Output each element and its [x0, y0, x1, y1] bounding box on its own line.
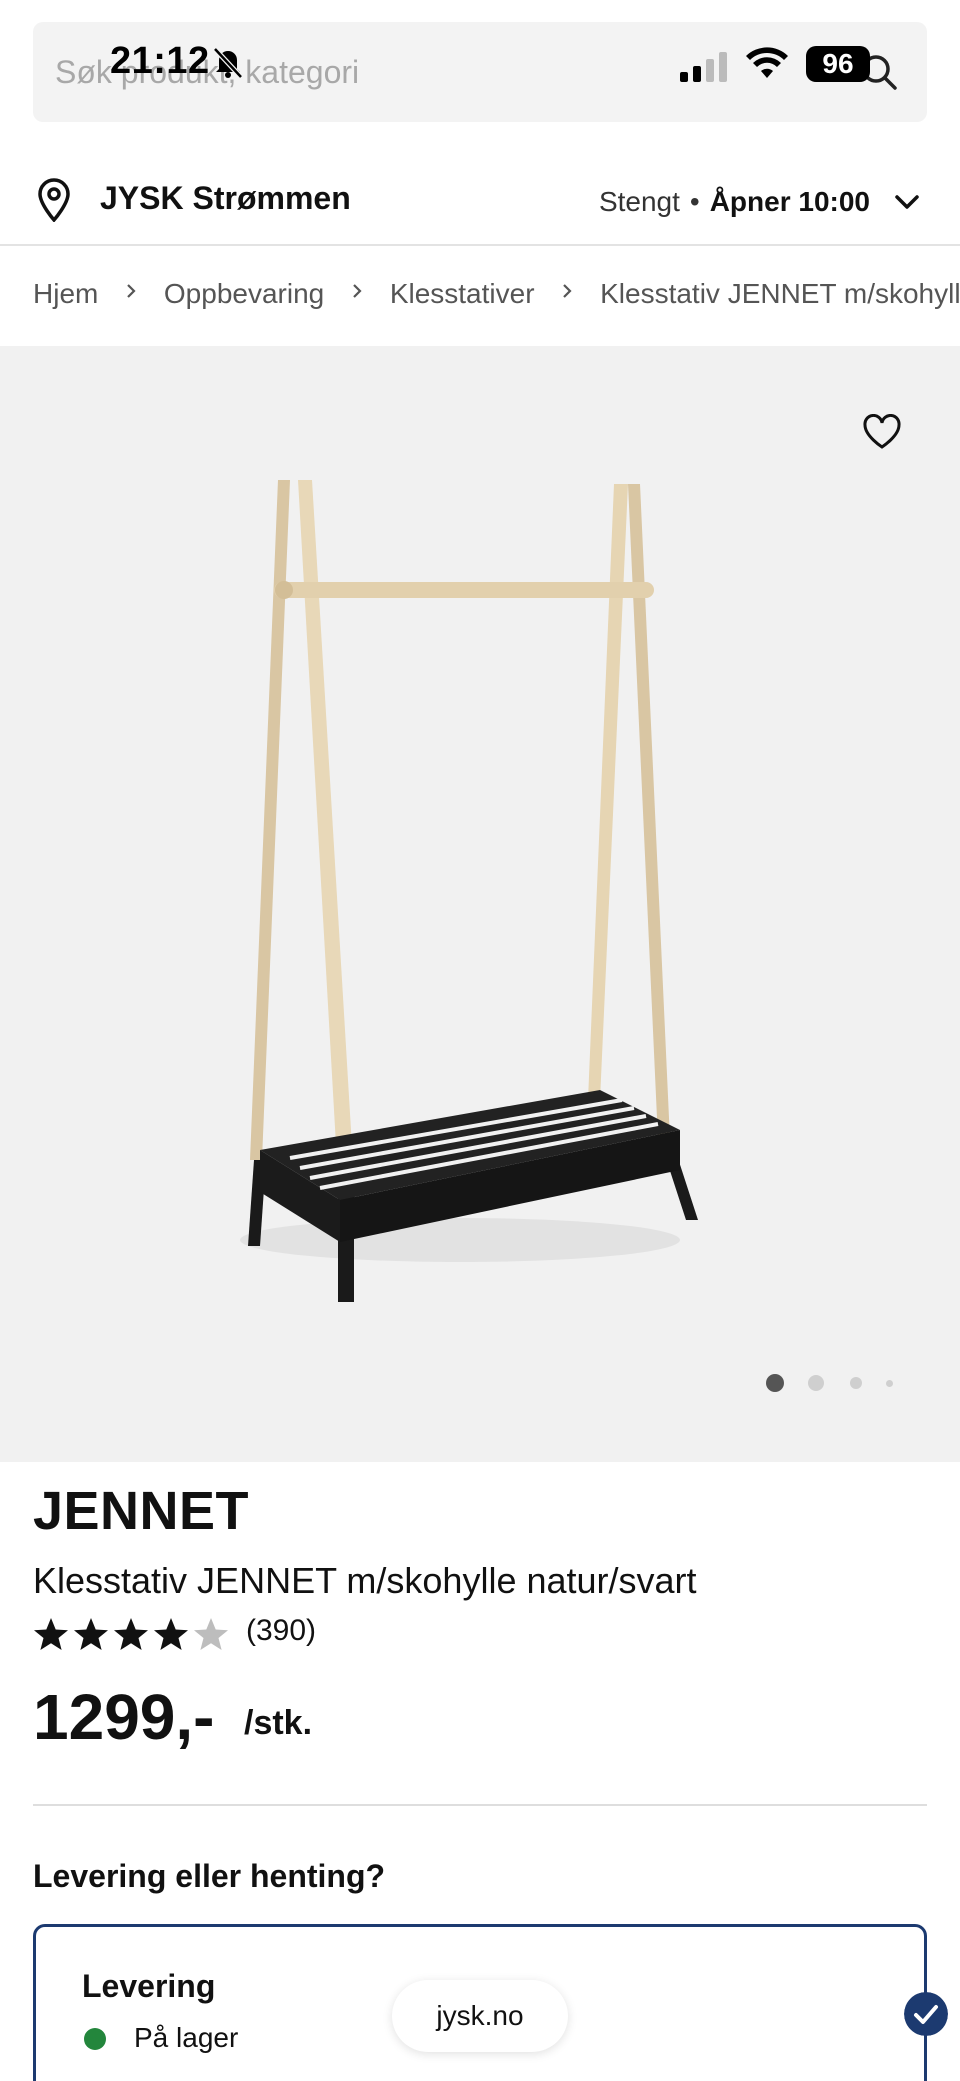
store-selector[interactable]: JYSK Strømmen Stengt • Åpner 10:00 [0, 160, 960, 246]
store-opening-status: Stengt • Åpner 10:00 [599, 186, 870, 218]
battery-indicator: 96 [806, 46, 870, 82]
location-pin-icon [38, 178, 70, 222]
breadcrumb-item-current: Klesstativ JENNET m/skohylle natur/svart [600, 277, 960, 309]
breadcrumb-item-home[interactable]: Hjem [33, 278, 98, 310]
stock-status: På lager [134, 2022, 239, 2053]
product-image-clothes-rack [240, 480, 698, 1302]
silent-bell-icon [213, 47, 243, 79]
wifi-icon [746, 47, 788, 78]
browser-url-pill[interactable]: jysk.no [392, 1980, 568, 2052]
checkmark-icon [904, 1992, 948, 2036]
gallery-dot[interactable] [886, 1380, 893, 1387]
store-closed-label: Stengt [598, 186, 680, 217]
heart-icon[interactable] [862, 414, 902, 450]
chevron-right-icon [353, 284, 362, 298]
price-unit: /stk. [244, 1704, 313, 1742]
review-count[interactable]: (390) [246, 1614, 316, 1648]
gallery-dot[interactable] [850, 1377, 862, 1389]
product-name: Klesstativ JENNET m/skohylle natur/svart [33, 1560, 697, 1601]
status-time: 21:12 [110, 40, 210, 82]
gallery-dot-active[interactable] [766, 1374, 784, 1392]
breadcrumb-item-oppbevaring[interactable]: Oppbevaring [164, 278, 324, 310]
separator-dot: • [689, 186, 700, 217]
product-brand: JENNET [33, 1481, 250, 1541]
breadcrumb-item-klesstativer[interactable]: Klesstativer [390, 278, 535, 310]
cellular-signal-icon [680, 52, 727, 82]
store-opens-label: Åpner 10:00 [709, 186, 870, 217]
in-stock-indicator [84, 2028, 106, 2050]
rating-stars[interactable] [33, 1614, 233, 1654]
section-divider [33, 1804, 927, 1806]
store-name: JYSK Strømmen [100, 180, 351, 216]
product-price: 1299,- [33, 1681, 215, 1753]
breadcrumb: Hjem Oppbevaring Klesstativer Klesstativ… [33, 276, 960, 316]
chevron-down-icon[interactable] [894, 190, 920, 214]
gallery-dot[interactable] [808, 1375, 824, 1391]
delivery-option-title: Levering [82, 1968, 216, 2004]
chevron-right-icon [127, 284, 136, 298]
chevron-right-icon [563, 284, 572, 298]
delivery-question: Levering eller henting? [33, 1858, 386, 1894]
